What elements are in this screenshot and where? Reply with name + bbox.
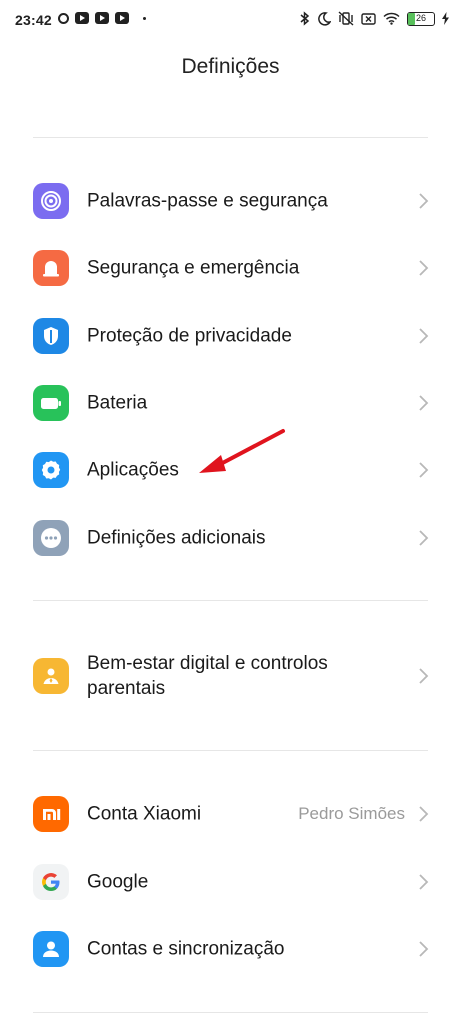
chevron-right-icon [419,806,429,822]
status-time: 23:42 [15,12,52,28]
google-icon [33,864,69,900]
chevron-right-icon [419,462,429,478]
bluetooth-icon [300,11,310,26]
settings-item-label: Segurança e emergência [87,257,300,279]
account-icon [33,931,69,967]
settings-item-passwords-security[interactable]: Palavras-passe e segurança [0,171,461,231]
wellbeing-icon [33,658,69,694]
whatsapp-icon [58,12,69,24]
chevron-right-icon [419,941,429,957]
notification-icons [58,12,146,24]
settings-item-digital-wellbeing[interactable]: Bem-estar digital e controlos parentais [0,646,461,706]
vibrate-off-icon [338,11,354,26]
settings-item-label: Palavras-passe e segurança [87,190,328,212]
gear-icon [33,452,69,488]
fingerprint-icon [33,183,69,219]
settings-item-accounts-sync[interactable]: Contas e sincronização [0,919,461,979]
system-icons: 26 [300,11,449,26]
sim-x-icon [361,12,376,25]
battery-icon: 26 [407,11,435,26]
settings-item-label: Bateria [87,392,148,414]
youtube-icon [95,12,109,24]
settings-item-label: Contas e sincronização [87,938,285,960]
chevron-right-icon [419,193,429,209]
settings-item-additional-settings[interactable]: Definições adicionais [0,508,461,568]
chevron-right-icon [419,395,429,411]
chevron-right-icon [419,260,429,276]
chevron-right-icon [419,328,429,344]
settings-item-safety-emergency[interactable]: Segurança e emergência [0,238,461,298]
charging-icon [442,12,449,25]
privacy-shield-icon [33,318,69,354]
youtube-icon [115,12,129,24]
battery-icon [33,385,69,421]
battery-percent: 26 [415,12,426,23]
chevron-right-icon [419,668,429,684]
more-dots-icon [33,520,69,556]
settings-item-label: Google [87,871,149,893]
page-title: Definições [181,55,280,78]
moon-icon [318,11,331,26]
chevron-right-icon [419,530,429,546]
divider [33,1012,428,1013]
siren-icon [33,250,69,286]
settings-item-google[interactable]: Google [0,852,461,912]
settings-item-privacy-protection[interactable]: Proteção de privacidade [0,306,461,366]
settings-item-label: Bem-estar digital e controlos parentais [87,653,328,699]
settings-item-label: Definições adicionais [87,527,266,549]
more-notifications-icon [143,16,146,20]
xiaomi-icon [33,796,69,832]
divider [33,750,428,751]
settings-item-xiaomi-account[interactable]: Conta Xiaomi Pedro Simões [0,784,461,844]
wifi-icon [383,12,400,25]
youtube-icon [75,12,89,24]
account-name: Pedro Simões [298,804,405,823]
chevron-right-icon [419,874,429,890]
settings-item-battery[interactable]: Bateria [0,373,461,433]
divider [33,600,428,601]
divider [33,137,428,138]
settings-item-label: Proteção de privacidade [87,325,292,347]
status-bar: 23:42 26 [0,0,461,40]
battery-level [408,12,415,25]
annotation-arrow-icon [199,429,285,473]
